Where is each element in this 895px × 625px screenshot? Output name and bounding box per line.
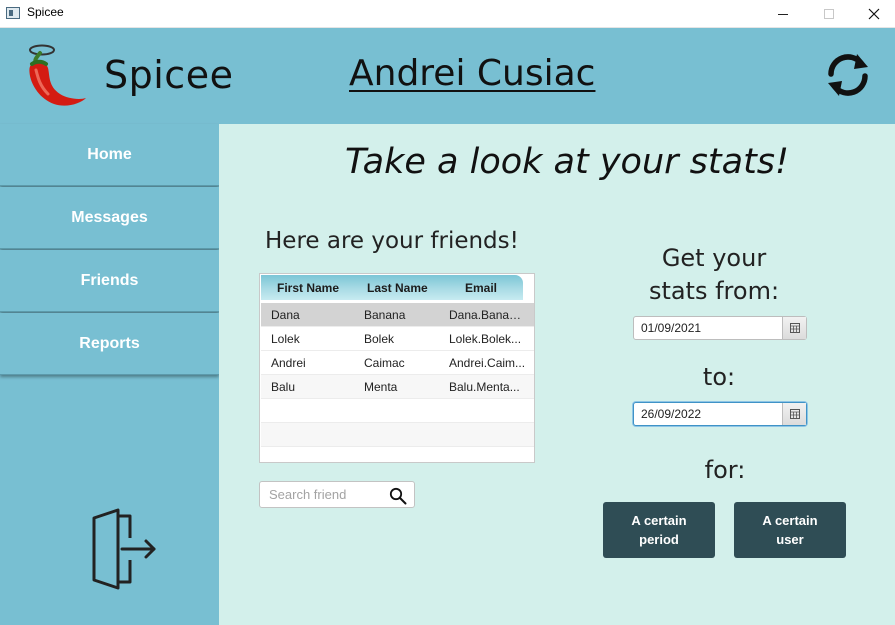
sidebar-item-label: Reports bbox=[79, 334, 140, 352]
certain-user-button-label: A certain user bbox=[762, 511, 817, 549]
stats-from-label-line2: stats from: bbox=[648, 277, 780, 305]
button-label-line1: A certain bbox=[762, 513, 818, 528]
column-header-email[interactable]: Email bbox=[465, 281, 497, 295]
cell-first-name: Lolek bbox=[271, 332, 300, 346]
search-icon[interactable] bbox=[389, 487, 407, 505]
table-row[interactable]: Andrei Caimac Andrei.Caim... bbox=[261, 351, 534, 375]
app-header: Spicee Andrei Cusiac bbox=[0, 28, 895, 124]
stats-for-label: for: bbox=[704, 456, 746, 484]
to-date-input[interactable] bbox=[634, 403, 782, 425]
sidebar-item-label: Friends bbox=[80, 271, 139, 289]
chili-pepper-halo-icon bbox=[29, 44, 86, 106]
friends-heading: Here are your friends! bbox=[265, 228, 519, 254]
sidebar-item-messages[interactable]: Messages bbox=[0, 187, 219, 249]
minimize-icon bbox=[778, 13, 788, 15]
page-title: Take a look at your stats! bbox=[344, 142, 790, 182]
cell-first-name: Dana bbox=[271, 308, 300, 322]
main-panel: Take a look at your stats! Here are your… bbox=[219, 124, 895, 625]
maximize-icon bbox=[824, 9, 834, 19]
button-label-line2: user bbox=[776, 532, 804, 547]
table-row-empty bbox=[261, 423, 534, 447]
cell-email: Dana.Banana... bbox=[449, 308, 527, 322]
stats-from-label: Get your stats from: bbox=[629, 242, 799, 308]
window-app-icon bbox=[6, 7, 20, 19]
cell-first-name: Andrei bbox=[271, 356, 306, 370]
to-date-picker[interactable] bbox=[633, 402, 807, 426]
close-button[interactable] bbox=[851, 0, 895, 28]
column-header-last-name[interactable]: Last Name bbox=[367, 281, 428, 295]
cell-email: Balu.Menta... bbox=[449, 380, 520, 394]
sidebar-item-label: Messages bbox=[71, 208, 148, 226]
cell-first-name: Balu bbox=[271, 380, 296, 394]
to-date-calendar-button[interactable] bbox=[782, 403, 806, 425]
certain-period-button-label: A certain period bbox=[631, 511, 686, 549]
button-label-line1: A certain bbox=[631, 513, 687, 528]
cell-email: Lolek.Bolek... bbox=[449, 332, 522, 346]
friends-table[interactable]: First Name Last Name Email Dana Banana D… bbox=[259, 273, 535, 463]
certain-user-button[interactable]: A certain user bbox=[734, 502, 846, 558]
button-label-line2: period bbox=[639, 532, 679, 547]
brand-name: Spicee bbox=[104, 53, 234, 97]
logout-door-icon[interactable] bbox=[84, 508, 160, 590]
cell-email: Andrei.Caim... bbox=[449, 356, 526, 370]
cell-last-name: Caimac bbox=[364, 356, 405, 370]
maximize-button[interactable] bbox=[806, 0, 852, 28]
cell-last-name: Banana bbox=[364, 308, 406, 322]
sidebar-item-friends[interactable]: Friends bbox=[0, 250, 219, 312]
calendar-icon bbox=[789, 323, 800, 333]
search-friend-field[interactable] bbox=[259, 481, 415, 508]
refresh-icon[interactable] bbox=[823, 50, 873, 100]
sidebar: Home Messages Friends Reports bbox=[0, 124, 219, 625]
table-row-empty bbox=[261, 399, 534, 423]
close-icon bbox=[868, 8, 880, 20]
table-row[interactable]: Balu Menta Balu.Menta... bbox=[261, 375, 534, 399]
stats-to-label: to: bbox=[702, 363, 736, 391]
stats-from-label-line1: Get your bbox=[661, 244, 767, 272]
minimize-button[interactable] bbox=[760, 0, 806, 28]
certain-period-button[interactable]: A certain period bbox=[603, 502, 715, 558]
window-title: Spicee bbox=[27, 5, 64, 19]
calendar-icon bbox=[789, 409, 800, 419]
cell-last-name: Menta bbox=[364, 380, 398, 394]
table-row[interactable]: Lolek Bolek Lolek.Bolek... bbox=[261, 327, 534, 351]
from-date-calendar-button[interactable] bbox=[782, 317, 806, 339]
sidebar-item-label: Home bbox=[87, 145, 132, 163]
cell-last-name: Bolek bbox=[364, 332, 395, 346]
search-friend-input[interactable] bbox=[260, 482, 384, 507]
sidebar-item-home[interactable]: Home bbox=[0, 124, 219, 186]
sidebar-item-reports[interactable]: Reports bbox=[0, 313, 219, 375]
column-header-first-name[interactable]: First Name bbox=[277, 281, 339, 295]
table-row[interactable]: Dana Banana Dana.Banana... bbox=[261, 303, 534, 327]
from-date-input[interactable] bbox=[634, 317, 782, 339]
table-header: First Name Last Name Email bbox=[261, 275, 523, 300]
user-name-heading: Andrei Cusiac bbox=[349, 53, 596, 94]
window-title-bar: Spicee bbox=[0, 0, 895, 28]
from-date-picker[interactable] bbox=[633, 316, 807, 340]
